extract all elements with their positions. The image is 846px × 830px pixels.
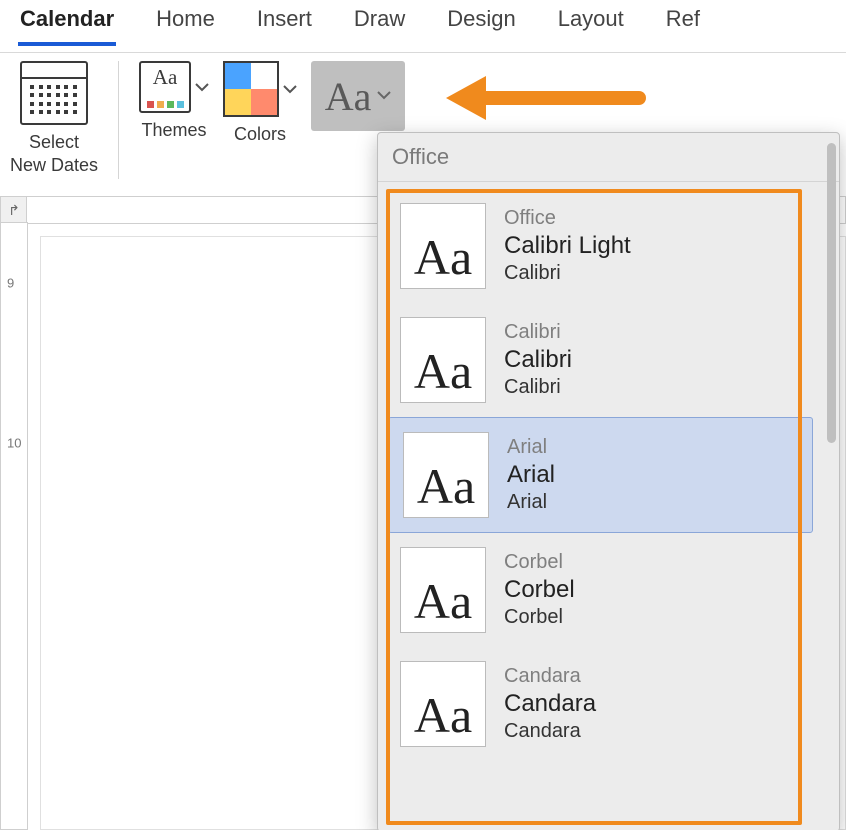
font-swatch-icon: Aa — [403, 432, 489, 518]
font-heading-name: Corbel — [504, 576, 575, 604]
chevron-down-icon — [195, 82, 209, 92]
tab-home[interactable]: Home — [154, 6, 217, 42]
scrollbar-thumb[interactable] — [827, 143, 836, 443]
font-swatch-icon: Aa — [400, 203, 486, 289]
font-body-name: Candara — [504, 720, 596, 743]
font-body-name: Corbel — [504, 606, 575, 629]
font-scheme-name: Candara — [504, 665, 596, 688]
vertical-ruler[interactable]: 9 10 — [0, 222, 28, 830]
ruler-mark: 9 — [7, 276, 14, 291]
themes-label: Themes — [142, 119, 207, 142]
ruler-mark: 10 — [7, 436, 21, 451]
calendar-icon — [20, 61, 88, 125]
fonts-list: AaOfficeCalibri LightCalibriAaCalibriCal… — [386, 189, 815, 823]
tab-calendar[interactable]: Calendar — [18, 6, 116, 46]
font-option-calibri[interactable]: AaCalibriCalibriCalibri — [386, 303, 815, 417]
fonts-dropdown-header: Office — [378, 133, 839, 182]
chevron-down-icon — [377, 87, 391, 105]
font-body-name: Calibri — [504, 376, 572, 399]
colors-icon — [223, 61, 279, 117]
annotation-arrow — [446, 76, 646, 120]
font-body-name: Calibri — [504, 262, 631, 285]
tab-references[interactable]: Ref — [664, 6, 702, 42]
tab-draw[interactable]: Draw — [352, 6, 407, 42]
font-swatch-icon: Aa — [400, 661, 486, 747]
ruler-corner[interactable]: ↱ — [0, 196, 28, 224]
font-option-office[interactable]: Aa OfficeCalibri LightCalibri — [386, 189, 815, 303]
tab-layout[interactable]: Layout — [556, 6, 626, 42]
themes-button[interactable]: Aa — [139, 61, 209, 113]
chevron-down-icon — [283, 84, 297, 94]
tab-design[interactable]: Design — [445, 6, 517, 42]
fonts-icon: Aa — [325, 73, 372, 120]
font-swatch-icon: Aa — [400, 547, 486, 633]
font-option-candara[interactable]: AaCandaraCandaraCandara — [386, 647, 815, 761]
font-option-arial[interactable]: AaArialArialArial — [388, 417, 813, 533]
font-body-name: Arial — [507, 491, 555, 514]
font-heading-name: Candara — [504, 690, 596, 718]
font-scheme-name: Corbel — [504, 551, 575, 574]
font-option-corbel[interactable]: AaCorbelCorbelCorbel — [386, 533, 815, 647]
colors-label: Colors — [234, 123, 286, 146]
tab-insert[interactable]: Insert — [255, 6, 314, 42]
font-swatch-icon: Aa — [400, 317, 486, 403]
separator — [118, 61, 119, 179]
font-heading-name: Calibri — [504, 346, 572, 374]
fonts-group: Aa — [311, 61, 405, 131]
fonts-button[interactable]: Aa — [311, 61, 405, 131]
font-scheme-name: Office — [504, 207, 631, 230]
ribbon-tabs: Calendar Home Insert Draw Design Layout … — [0, 0, 846, 53]
font-scheme-name: Calibri — [504, 321, 572, 344]
font-heading-name: Arial — [507, 461, 555, 489]
themes-icon: Aa — [139, 61, 191, 113]
colors-group: Colors — [223, 61, 297, 146]
colors-button[interactable] — [223, 61, 297, 117]
font-scheme-name: Arial — [507, 436, 555, 459]
themes-group: Aa Themes — [139, 61, 209, 142]
font-heading-name: Calibri Light — [504, 232, 631, 260]
select-new-dates-label: SelectNew Dates — [10, 131, 98, 176]
select-new-dates-group: SelectNew Dates — [10, 61, 98, 176]
fonts-dropdown: Office AaOfficeCalibri LightCalibriAaCal… — [377, 132, 840, 830]
select-new-dates-button[interactable] — [20, 61, 88, 125]
